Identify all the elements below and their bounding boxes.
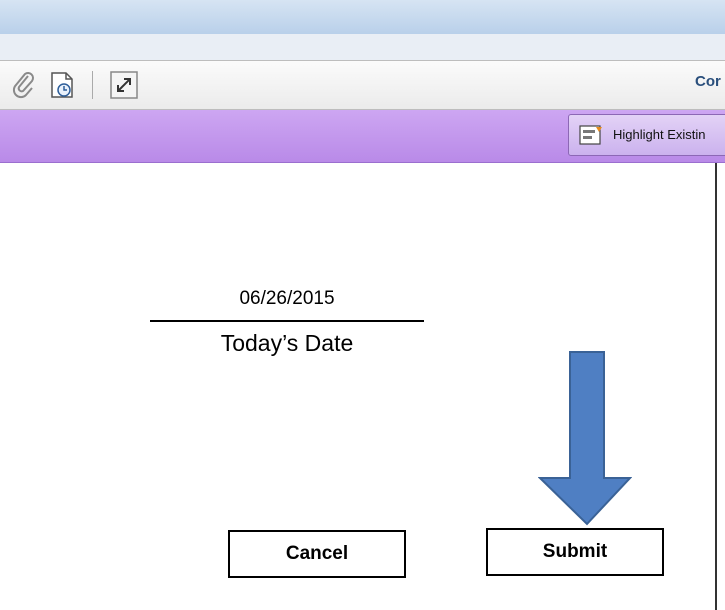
date-field-value[interactable]: 06/26/2015 [150,288,424,310]
comment-link[interactable]: Cor [695,73,721,90]
toolbar-separator [92,71,93,99]
highlight-existing-fields-label: Highlight Existin [613,127,706,142]
highlight-existing-fields-button[interactable]: Highlight Existin [568,114,725,156]
date-field-label: Today’s Date [220,330,354,356]
cancel-button[interactable]: Cancel [228,530,406,578]
window-title-bar [0,0,725,34]
toolbar: Cor [0,60,725,110]
attach-icon[interactable] [8,69,40,101]
highlight-fields-icon [579,125,602,145]
menu-bar [0,34,725,61]
form-bar: Highlight Existin [0,110,725,163]
clock-page-icon[interactable] [46,69,78,101]
submit-button[interactable]: Submit [486,528,664,576]
down-arrow-annotation [538,351,632,526]
date-underline [150,320,424,322]
expand-icon[interactable] [108,69,140,101]
document-page-edge [715,163,717,610]
